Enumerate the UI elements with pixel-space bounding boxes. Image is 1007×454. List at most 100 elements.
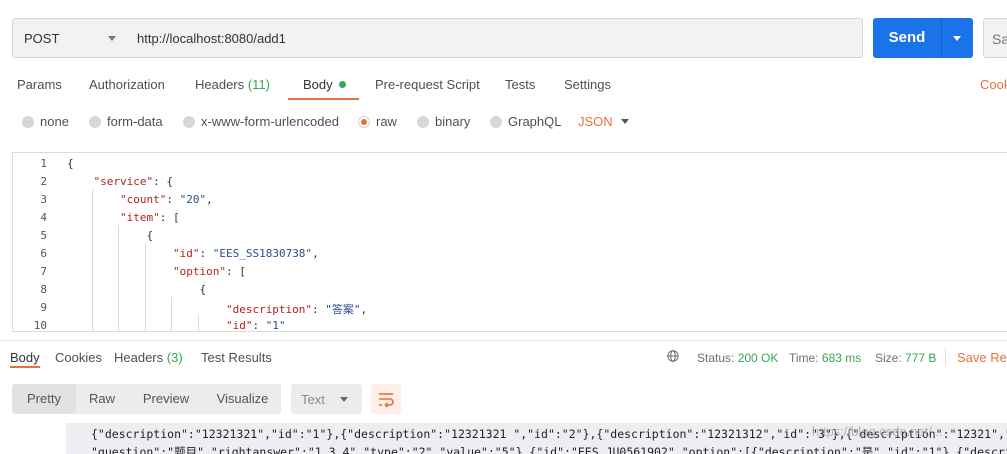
code-line: { [67,157,74,170]
view-raw-button[interactable]: Raw [76,384,128,414]
cookies-link[interactable]: Cook [980,77,1007,92]
url-input[interactable]: http://localhost:8080/add1 [127,18,863,58]
tab-body-label: Body [303,77,333,92]
resp-tab-cookies[interactable]: Cookies [55,350,102,365]
radio-urlencoded[interactable] [183,116,195,128]
method-select[interactable]: POST [12,18,128,58]
tab-tests[interactable]: Tests [505,77,535,92]
json-key: "option" [172,265,226,278]
resp-tab-body[interactable]: Body [10,350,40,365]
resp-tab-headers-count: (3) [166,350,183,365]
tab-body[interactable]: Body [303,77,346,92]
size-label: Size: [875,351,902,365]
chevron-down-icon [108,36,116,41]
tab-headers[interactable]: Headers (11) [195,77,270,92]
code-line: "description": "答案", [225,303,368,316]
tab-headers-count: (11) [247,77,270,92]
resp-tab-headers-label: Headers [114,350,164,365]
view-preview-button[interactable]: Preview [128,384,204,414]
indent-guide [91,189,93,331]
chevron-down-icon [340,397,348,402]
tab-params[interactable]: Params [17,77,62,92]
radio-none[interactable] [22,116,34,128]
body-modified-dot-icon [338,81,346,88]
view-mode-group: Pretty Raw Preview Visualize [12,384,281,414]
status-info: Status: 200 OK [697,351,778,365]
send-button[interactable]: Send [873,18,973,58]
code-line: "id": "1" [225,319,286,332]
json-key: "description" [225,303,313,316]
tab-headers-label: Headers [195,77,245,92]
json-value: "20" [179,193,207,206]
json-value: "1" [265,319,286,332]
url-value: http://localhost:8080/add1 [137,30,286,46]
code-line: "item": [ [119,211,180,224]
radio-none-label: none [40,114,69,129]
radio-raw[interactable] [358,116,370,128]
globe-icon[interactable] [667,350,679,362]
save-button[interactable]: Sa [983,18,1007,58]
line-gutter: 1 2 3 4 5 6 7 8 9 10 [13,153,59,332]
radio-graphql[interactable] [490,116,502,128]
indent-guide [197,315,199,331]
view-pretty-button[interactable]: Pretty [12,384,76,414]
json-key: "id" [172,247,200,260]
send-options-chevron-icon[interactable] [953,36,961,41]
send-divider [941,18,942,58]
line-number: 10 [33,319,47,332]
radio-form-data[interactable] [89,116,101,128]
send-label: Send [888,29,926,46]
wrap-lines-button[interactable] [371,384,401,414]
code-line: "id": "EES_SS1830738", [172,247,319,260]
json-key: "count" [119,193,167,206]
json-key: "item" [119,211,160,224]
view-visualize-button[interactable]: Visualize [204,384,281,414]
wrap-lines-icon [379,393,394,408]
resp-tab-test-results[interactable]: Test Results [201,350,272,365]
line-number: 4 [40,211,47,224]
text-format-label: Text [301,392,325,407]
text-format-select[interactable]: Text [291,384,362,414]
json-value: "答案" [325,303,361,316]
radio-binary[interactable] [417,116,429,128]
radio-urlencoded-label: x-www-form-urlencoded [201,114,339,129]
radio-graphql-label: GraphQL [508,114,562,129]
save-response-button[interactable]: Save Res [957,350,1007,365]
format-select[interactable]: JSON [578,114,613,129]
time-info[interactable]: Time: 683 ms [789,351,861,365]
line-number: 5 [40,229,47,242]
time-value: 683 ms [821,351,862,365]
indent-guide [171,297,173,331]
method-label: POST [24,30,60,46]
line-number: 8 [40,283,47,296]
code-line: { [146,229,154,242]
line-number: 6 [40,247,47,260]
chevron-down-icon[interactable] [621,119,629,124]
active-tab-underline [288,98,359,100]
code-line: "option": [ [172,265,246,278]
code-editor[interactable]: 1 2 3 4 5 6 7 8 9 10 { "service": { "count": "20"… [12,152,1007,332]
json-value: "EES_SS1830738" [212,247,313,260]
resp-tab-headers[interactable]: Headers (3) [114,350,183,365]
radio-form-data-label: form-data [107,114,163,129]
line-number: 9 [40,301,47,314]
radio-binary-label: binary [435,114,471,129]
size-info[interactable]: Size: 777 B [875,351,936,365]
line-number: 2 [40,175,47,188]
response-line-2: "question":"题目","rightanswer":"1,3,4","t… [91,445,1007,454]
tab-pre-request-script[interactable]: Pre-request Script [375,77,480,92]
status-value: 200 OK [737,351,779,365]
watermark: https://blog.csdn.net/... [812,424,943,439]
resp-active-tab-underline [10,366,40,368]
tab-settings[interactable]: Settings [564,77,611,92]
code-line: { [199,283,207,296]
code-line: "count": "20", [119,193,213,206]
time-label: Time: [789,351,819,365]
meta-divider [945,349,946,365]
line-number: 7 [40,265,47,278]
json-key: "service" [93,175,154,188]
tab-authorization[interactable]: Authorization [89,77,165,92]
size-value: 777 B [905,351,937,365]
status-label: Status: [697,351,735,365]
line-number: 1 [40,157,47,170]
